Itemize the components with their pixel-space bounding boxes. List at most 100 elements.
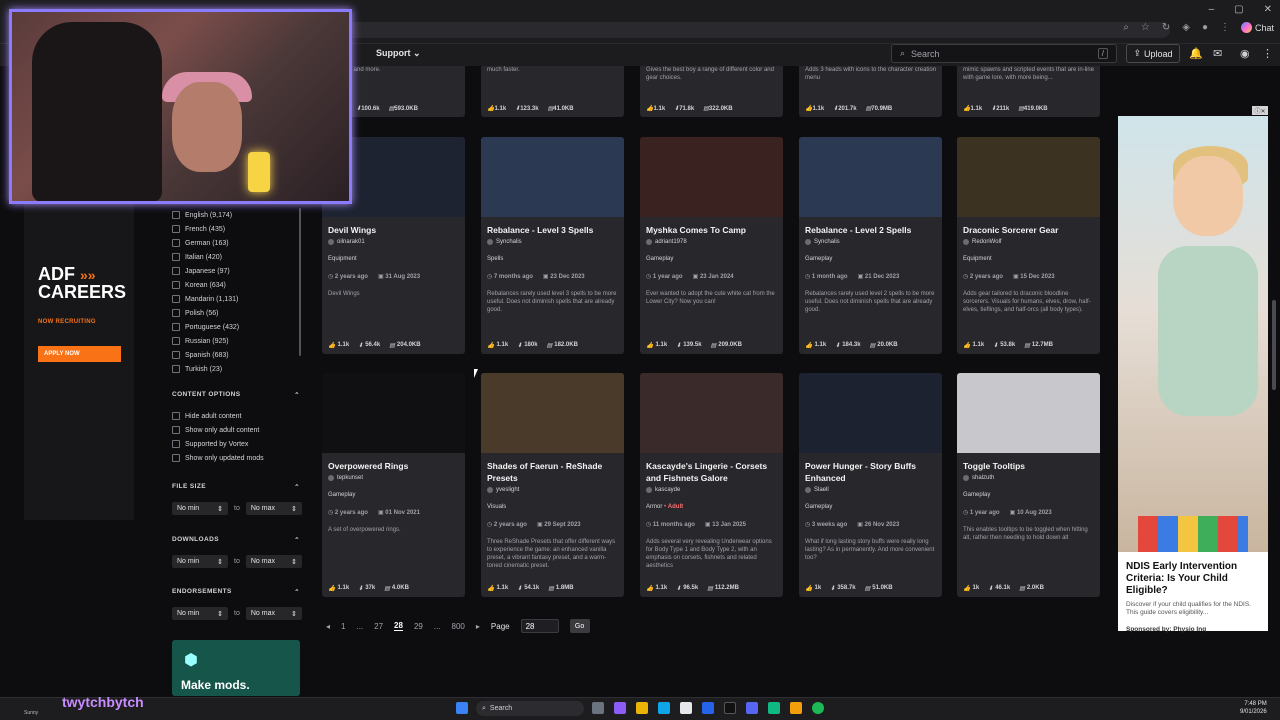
spotify-icon[interactable] [812,702,824,714]
endorsements-max-select[interactable]: No max ⇕ [245,607,302,620]
mod-thumbnail[interactable] [640,373,783,453]
copilot-app-icon[interactable] [614,702,626,714]
store-icon[interactable] [680,702,692,714]
page-link[interactable]: 29 [414,622,423,631]
windows-start-icon[interactable] [456,702,468,714]
content-options-header[interactable]: CONTENT OPTIONS ⌃ [172,391,300,399]
mod-card-partial[interactable]: Adds 3 heads with icons to the character… [799,66,942,117]
mod-category[interactable]: Equipment [963,256,992,262]
mod-title[interactable]: Power Hunger - Story Buffs Enhanced [805,460,937,484]
refresh-icon[interactable]: ↻ [1162,22,1170,33]
downloads-min-select[interactable]: No min ⇕ [172,555,228,568]
mod-card[interactable]: Overpowered Rings tepkunset Gameplay ◷ 2… [322,373,465,597]
page-link[interactable]: 800 [452,622,465,631]
checkbox[interactable] [172,365,180,373]
checkbox[interactable] [172,225,180,233]
mod-author[interactable]: oilnarak01 [328,239,365,245]
mod-title[interactable]: Draconic Sorcerer Gear [963,224,1095,236]
mod-card-partial[interactable]: mimic spawns and scripted events that ar… [957,66,1100,117]
ad-headline[interactable]: NDIS Early Intervention Criteria: Is You… [1126,561,1262,597]
address-bar[interactable] [290,22,1170,38]
checkbox[interactable] [172,253,180,261]
zoom-icon[interactable]: ⌕ [1123,22,1129,33]
content-option[interactable]: Hide adult content [172,409,300,423]
checkbox[interactable] [172,440,180,448]
mod-card[interactable]: Toggle Tooltips shalzuth Gameplay ◷ 1 ye… [957,373,1100,597]
language-option[interactable]: Italian (420) [172,250,302,264]
mod-category[interactable]: Gameplay [805,504,832,510]
checkbox[interactable] [172,426,180,434]
mod-category[interactable]: Armor • Adult [646,504,683,510]
prev-page-icon[interactable]: ◂ [326,622,330,631]
mod-author[interactable]: tepkunset [328,475,363,481]
next-page-icon[interactable]: ▸ [476,622,480,631]
mod-card-partial[interactable]: Gives the best boy a range of different … [640,66,783,117]
mod-category[interactable]: Gameplay [805,256,832,262]
mod-author[interactable]: Synchalis [805,239,840,245]
language-option[interactable]: Spanish (683) [172,348,302,362]
mod-card[interactable]: Shades of Faerun - ReShade Presets yvesl… [481,373,624,597]
checkbox[interactable] [172,323,180,331]
language-list-scrollbar[interactable] [299,208,301,356]
mod-thumbnail[interactable] [799,137,942,217]
chat-button[interactable]: Chat [1240,22,1274,33]
user-avatar[interactable]: ◉ [1240,47,1250,60]
language-option[interactable]: Mandarin (1,131) [172,292,302,306]
messages-mail-icon[interactable]: ✉ [1213,47,1222,60]
file-size-max-select[interactable]: No max ⇕ [245,502,302,515]
checkbox[interactable] [172,295,180,303]
app-icon[interactable] [768,702,780,714]
checkbox[interactable] [172,281,180,289]
content-option[interactable]: Show only updated mods [172,451,300,465]
checkbox[interactable] [172,211,180,219]
checkbox[interactable] [172,337,180,345]
mod-author[interactable]: kascayde [646,487,680,493]
mod-author[interactable]: RedonWolf [963,239,1002,245]
nav-support[interactable]: Support ⌄ [376,48,421,59]
menu-icon[interactable]: ⋮ [1220,22,1230,33]
mod-title[interactable]: Devil Wings [328,224,460,236]
mod-thumbnail[interactable] [957,137,1100,217]
checkbox[interactable] [172,412,180,420]
file-size-min-select[interactable]: No min ⇕ [172,502,228,515]
language-option[interactable]: Turkish (23) [172,362,302,376]
mod-thumbnail[interactable] [481,137,624,217]
mod-card[interactable]: Myshka Comes To Camp adriant1978 Gamepla… [640,137,783,354]
page-scrollbar[interactable] [1272,300,1276,390]
file-size-header[interactable]: FILE SIZE ⌃ [172,483,300,491]
language-option[interactable]: Korean (634) [172,278,302,292]
search-input[interactable]: ⌕ Search / [891,44,1117,63]
mod-card[interactable]: Power Hunger - Story Buffs Enhanced Slae… [799,373,942,597]
ad-choices-icon[interactable]: ⓘ✕ [1252,106,1268,115]
mod-card-partial[interactable]: much faster. 👍1.1k ⬇123.3k ▤41.0KB [481,66,624,117]
page-number-input[interactable]: 28 [520,619,559,633]
mod-thumbnail[interactable] [957,373,1100,453]
mod-title[interactable]: Shades of Faerun - ReShade Presets [487,460,619,484]
maximize-icon[interactable]: ▢ [1234,4,1243,15]
mod-category[interactable]: Gameplay [646,256,673,262]
file-explorer-icon[interactable] [636,702,648,714]
mod-category[interactable]: Gameplay [328,492,355,498]
notifications-bell-icon[interactable]: 🔔 [1189,47,1203,60]
mod-author[interactable]: adriant1978 [646,239,687,245]
mod-thumbnail[interactable] [322,373,465,453]
downloads-header[interactable]: DOWNLOADS ⌃ [172,536,300,544]
endorsements-header[interactable]: ENDORSEMENTS ⌃ [172,588,300,596]
taskbar-clock[interactable]: 7:48 PM 9/01/2026 [1240,700,1267,716]
mod-thumbnail[interactable] [640,137,783,217]
mod-title[interactable]: Rebalance - Level 2 Spells [805,224,937,236]
content-option[interactable]: Show only adult content [172,423,300,437]
mod-category[interactable]: Gameplay [963,492,990,498]
close-icon[interactable]: ✕ [1264,4,1272,15]
minimize-icon[interactable]: – [1209,4,1215,15]
language-option[interactable]: Japanese (97) [172,264,302,278]
discord-icon[interactable] [746,702,758,714]
page-link[interactable]: 1 [341,622,345,631]
mail-app-icon[interactable] [702,702,714,714]
checkbox[interactable] [172,351,180,359]
mod-title[interactable]: Myshka Comes To Camp [646,224,778,236]
obs-icon[interactable] [724,702,736,714]
edge-browser-icon[interactable] [658,702,670,714]
mod-author[interactable]: Slaell [805,487,829,493]
checkbox[interactable] [172,454,180,462]
